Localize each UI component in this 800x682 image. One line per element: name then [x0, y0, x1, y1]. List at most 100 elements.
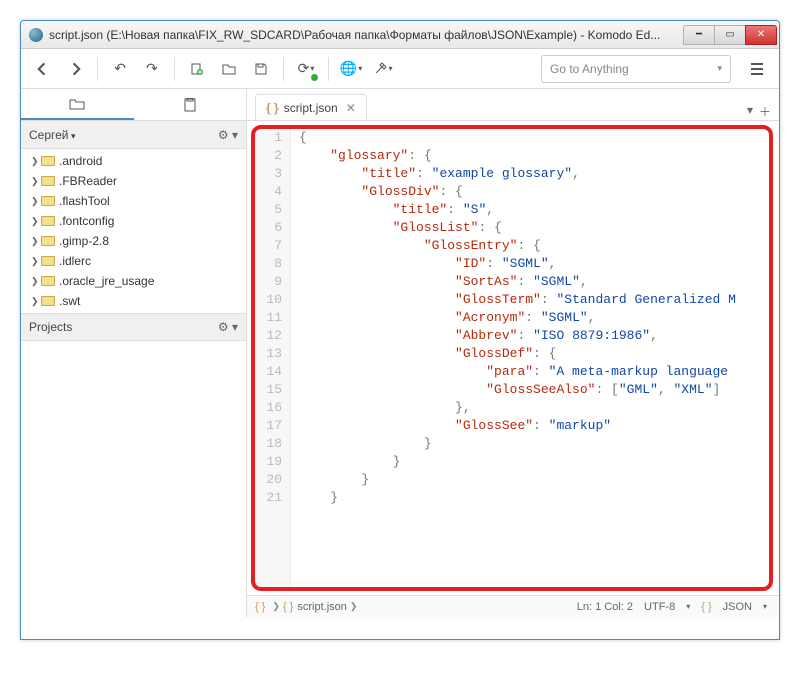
json-icon: { }	[697, 601, 715, 613]
open-button[interactable]	[215, 55, 243, 83]
code-editor[interactable]: 123456789101112131415161718192021 { "glo…	[251, 125, 773, 591]
chevron-down-icon: ▾	[682, 602, 694, 611]
new-tab-button[interactable]: ＋	[759, 103, 771, 120]
chevron-right-icon: ❯	[31, 236, 41, 247]
editor-container: 123456789101112131415161718192021 { "glo…	[247, 121, 779, 595]
redo-button[interactable]: ↷	[138, 55, 166, 83]
separator	[328, 57, 329, 81]
gear-icon[interactable]: ⚙ ▾	[218, 128, 238, 142]
tab-close-icon[interactable]: ✕	[346, 101, 356, 115]
folder-icon	[41, 176, 55, 186]
status-bar: Ln: 1 Col: 2 UTF-8▾ { } JSON▾	[573, 601, 771, 613]
sidebar-projects-label: Projects	[29, 320, 72, 334]
window-title: script.json (E:\Новая папка\FIX_RW_SDCAR…	[49, 28, 684, 42]
folder-icon	[41, 216, 55, 226]
close-button[interactable]: ✕	[745, 25, 777, 45]
folder-icon	[41, 296, 55, 306]
folder-open-icon	[69, 98, 85, 110]
tree-item-label: .idlerc	[59, 254, 91, 268]
tree-item[interactable]: ❯ .android	[21, 151, 246, 171]
tree-item[interactable]: ❯ .FBReader	[21, 171, 246, 191]
folder-icon	[41, 236, 55, 246]
sidebar-tab-files[interactable]	[21, 89, 134, 120]
sidebar-tabs	[21, 89, 246, 121]
file-tab[interactable]: { } script.json ✕	[255, 94, 367, 120]
chevron-right-icon: ❯	[31, 156, 41, 167]
tree-item-label: .fontconfig	[59, 214, 114, 228]
tab-list-button[interactable]: ▾	[747, 103, 753, 120]
tree-item[interactable]: ❯ .swt	[21, 291, 246, 311]
toolbar: ↶ ↷ ⟳▾ 🌐▾ ▾ Go to Anything ▾	[21, 49, 779, 89]
separator	[283, 57, 284, 81]
tree-item[interactable]: ❯ .oracle_jre_usage	[21, 271, 246, 291]
titlebar: script.json (E:\Новая папка\FIX_RW_SDCAR…	[21, 21, 779, 49]
json-icon: { }	[266, 101, 279, 115]
breadcrumb-bar: { } ❯ { } script.json ❯ Ln: 1 Col: 2 UTF…	[247, 595, 779, 617]
chevron-right-icon: ❯	[31, 256, 41, 267]
chevron-right-icon: ❯	[350, 601, 358, 612]
tree-item-label: .flashTool	[59, 194, 110, 208]
back-button[interactable]	[29, 55, 57, 83]
hamburger-menu-button[interactable]	[743, 55, 771, 83]
sidebar-user-header[interactable]: Сергей ⚙ ▾	[21, 121, 246, 149]
folder-icon	[41, 196, 55, 206]
status-encoding[interactable]: UTF-8	[640, 601, 679, 613]
chevron-down-icon: ▾	[759, 602, 771, 611]
tree-item[interactable]: ❯ .fontconfig	[21, 211, 246, 231]
new-file-button[interactable]	[183, 55, 211, 83]
folder-icon	[41, 256, 55, 266]
sidebar-user-label: Сергей	[29, 128, 76, 142]
tree-item-label: .FBReader	[59, 174, 117, 188]
json-icon: { }	[283, 601, 293, 613]
body: Сергей ⚙ ▾ ❯ .android ❯ .FBReader ❯ .flashToo…	[21, 89, 779, 617]
tools-button[interactable]: ▾	[369, 55, 397, 83]
breadcrumb-file[interactable]: script.json	[297, 601, 347, 613]
forward-button[interactable]	[61, 55, 89, 83]
minimize-button[interactable]: ━	[683, 25, 715, 45]
main-area: { } script.json ✕ ▾ ＋ 123456789101112131…	[247, 89, 779, 617]
window-buttons: ━ ▭ ✕	[684, 25, 777, 45]
tree-item[interactable]: ❯ .gimp-2.8	[21, 231, 246, 251]
status-language[interactable]: JSON	[719, 601, 756, 613]
sync-button[interactable]: ⟳▾	[292, 55, 320, 83]
json-icon: { }	[255, 601, 265, 613]
goto-placeholder: Go to Anything	[550, 62, 629, 76]
globe-button[interactable]: 🌐▾	[337, 55, 365, 83]
chevron-right-icon: ❯	[31, 276, 41, 287]
separator	[97, 57, 98, 81]
chevron-down-icon: ▾	[717, 63, 722, 74]
tree-item[interactable]: ❯ .idlerc	[21, 251, 246, 271]
clipboard-icon	[184, 98, 196, 112]
app-window: script.json (E:\Новая папка\FIX_RW_SDCAR…	[20, 20, 780, 640]
separator	[174, 57, 175, 81]
tree-item[interactable]: ❯ .flashTool	[21, 191, 246, 211]
gear-icon[interactable]: ⚙ ▾	[218, 320, 238, 334]
folder-icon	[41, 156, 55, 166]
line-numbers: 123456789101112131415161718192021	[251, 125, 291, 591]
tree-item-label: .oracle_jre_usage	[59, 274, 154, 288]
chevron-right-icon: ❯	[31, 176, 41, 187]
tab-filename: script.json	[284, 101, 338, 115]
code-content[interactable]: { "glossary": { "title": "example glossa…	[291, 125, 773, 591]
sidebar-tab-clipboard[interactable]	[134, 89, 247, 120]
chevron-right-icon: ❯	[31, 296, 41, 307]
goto-anything-input[interactable]: Go to Anything ▾	[541, 55, 731, 83]
folder-icon	[41, 276, 55, 286]
chevron-right-icon: ❯	[31, 216, 41, 227]
chevron-right-icon: ❯	[272, 601, 280, 612]
save-button[interactable]	[247, 55, 275, 83]
tree-item-label: .android	[59, 154, 102, 168]
tree-item-label: .swt	[59, 294, 80, 308]
chevron-right-icon: ❯	[31, 196, 41, 207]
tabbar-right: ▾ ＋	[747, 103, 771, 120]
projects-body	[21, 341, 246, 617]
app-icon	[29, 28, 43, 42]
sidebar-projects-header[interactable]: Projects ⚙ ▾	[21, 313, 246, 341]
undo-button[interactable]: ↶	[106, 55, 134, 83]
maximize-button[interactable]: ▭	[714, 25, 746, 45]
tab-bar: { } script.json ✕ ▾ ＋	[247, 89, 779, 121]
file-tree: ❯ .android ❯ .FBReader ❯ .flashTool ❯ .fontconf…	[21, 149, 246, 313]
sidebar: Сергей ⚙ ▾ ❯ .android ❯ .FBReader ❯ .flashToo…	[21, 89, 247, 617]
tree-item-label: .gimp-2.8	[59, 234, 109, 248]
status-position[interactable]: Ln: 1 Col: 2	[573, 601, 637, 613]
